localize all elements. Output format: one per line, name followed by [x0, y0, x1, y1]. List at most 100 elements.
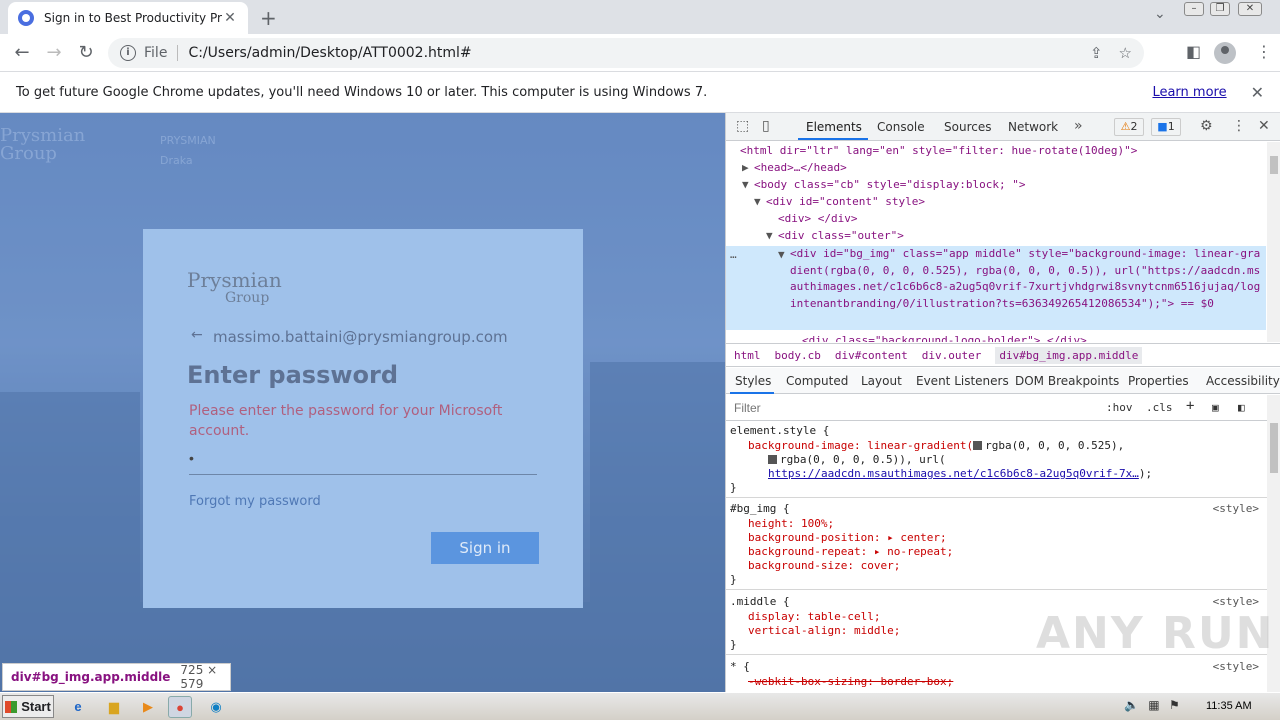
tab-sources[interactable]: Sources — [944, 120, 991, 134]
dom-node[interactable]: <head>…</head> — [754, 159, 847, 176]
ellipsis-icon[interactable]: … — [730, 246, 737, 263]
tab-properties[interactable]: Properties — [1128, 374, 1189, 388]
reload-icon[interactable]: ↻ — [74, 42, 98, 63]
hov-toggle[interactable]: :hov — [1106, 401, 1133, 414]
collapse-arrow-icon[interactable]: ▼ — [754, 193, 761, 210]
settings-gear-icon[interactable]: ⚙ — [1200, 118, 1213, 134]
tab-network[interactable]: Network — [1008, 120, 1058, 134]
cls-toggle[interactable]: .cls — [1146, 401, 1173, 414]
dom-node[interactable]: <body class="cb" style="display:block; "… — [754, 176, 1026, 193]
tab-dom-breakpoints[interactable]: DOM Breakpoints — [1015, 374, 1119, 388]
browser-tab[interactable]: Sign in to Best Productivity Provider ✕ — [8, 2, 248, 34]
bookmark-star-icon[interactable]: ☆ — [1119, 44, 1132, 62]
menu-icon[interactable]: ⋮ — [1256, 42, 1272, 61]
collapse-arrow-icon[interactable]: ▼ — [742, 176, 749, 193]
add-rule-icon[interactable]: + — [1186, 398, 1194, 414]
minimize-icon[interactable]: – — [1184, 2, 1204, 16]
flag-icon[interactable]: ⚑ — [1169, 698, 1180, 712]
scroll-thumb[interactable] — [1270, 423, 1278, 473]
profile-avatar[interactable] — [1214, 42, 1236, 64]
share-icon[interactable]: ⇪ — [1090, 44, 1103, 62]
rule-selector[interactable]: element.style { — [730, 424, 829, 438]
url-text[interactable]: C:/Users/admin/Desktop/ATT0002.html# — [188, 45, 1074, 61]
close-tab-icon[interactable]: ✕ — [222, 10, 238, 26]
expand-arrow-icon[interactable]: ▶ — [742, 159, 749, 176]
selected-dom-node[interactable]: <div id="bg_img" class="app middle" styl… — [790, 246, 1266, 312]
dom-node[interactable]: <html dir="ltr" lang="en" style="filter:… — [740, 142, 1137, 159]
network-icon[interactable]: ▦ — [1148, 698, 1159, 712]
style-declaration[interactable]: vertical-align: middle; — [748, 624, 900, 638]
filter-input[interactable] — [730, 398, 1098, 418]
style-declaration[interactable]: height: 100%; — [748, 517, 834, 531]
warnings-badge[interactable]: ⚠2 — [1114, 118, 1144, 136]
ie-icon[interactable]: e — [66, 696, 90, 718]
tab-console[interactable]: Console — [877, 120, 925, 134]
inspect-element-icon[interactable]: ⬚ — [736, 118, 749, 134]
address-bar[interactable]: i File C:/Users/admin/Desktop/ATT0002.ht… — [108, 38, 1144, 68]
scroll-thumb[interactable] — [1270, 156, 1278, 174]
style-declaration[interactable]: display: table-cell; — [748, 610, 880, 624]
sidebar-toggle-icon[interactable]: ◧ — [1238, 401, 1245, 414]
learn-more-link[interactable]: Learn more — [1152, 85, 1226, 100]
style-url[interactable]: https://aadcdn.msauthimages.net/c1c6b6c8… — [768, 467, 1152, 481]
edge-icon[interactable]: ◉ — [204, 696, 228, 718]
back-icon[interactable]: ← — [10, 42, 34, 63]
dom-scrollbar[interactable] — [1267, 142, 1280, 342]
style-declaration-overridden[interactable]: -webkit-box-sizing: border-box; — [748, 675, 953, 689]
tab-styles[interactable]: Styles — [735, 374, 771, 388]
rule-selector[interactable]: * { — [730, 660, 750, 674]
explorer-folder-icon[interactable]: ▆ — [102, 696, 126, 718]
start-button[interactable]: Start — [2, 695, 54, 718]
rule-source-link[interactable]: <style> — [1213, 502, 1259, 516]
tab-layout[interactable]: Layout — [861, 374, 902, 388]
more-options-icon[interactable]: ⋮ — [1232, 118, 1246, 134]
color-swatch-icon[interactable] — [768, 455, 777, 464]
forgot-password-link[interactable]: Forgot my password — [189, 494, 321, 509]
rule-selector[interactable]: #bg_img { — [730, 502, 790, 516]
breadcrumb-item-current[interactable]: div#bg_img.app.middle — [995, 346, 1143, 364]
rule-source-link[interactable]: <style> — [1213, 660, 1259, 674]
restore-icon[interactable]: ❐ — [1210, 2, 1230, 16]
tab-accessibility[interactable]: Accessibility — [1206, 374, 1280, 388]
new-tab-icon[interactable]: + — [260, 6, 277, 30]
close-window-icon[interactable]: ✕ — [1238, 2, 1262, 16]
close-infobar-icon[interactable]: ✕ — [1251, 83, 1264, 102]
rule-source-link[interactable]: <style> — [1213, 595, 1259, 609]
paint-icon[interactable]: ▣ — [1212, 401, 1219, 414]
taskbar-clock[interactable]: 11:35 AM — [1206, 700, 1252, 712]
close-devtools-icon[interactable]: ✕ — [1258, 118, 1270, 134]
info-icon[interactable]: i — [120, 45, 136, 61]
tab-event-listeners[interactable]: Event Listeners — [916, 374, 1009, 388]
tab-search-icon[interactable]: ⌄ — [1154, 6, 1166, 22]
color-swatch-icon[interactable] — [973, 441, 983, 450]
dom-node[interactable]: <div class="outer"> — [778, 227, 904, 244]
breadcrumb-item[interactable]: div#content — [835, 349, 908, 362]
more-tabs-icon[interactable]: » — [1074, 118, 1083, 134]
back-arrow-icon[interactable]: ← — [191, 327, 203, 343]
style-declaration[interactable]: background-position: ▸ center; — [748, 531, 947, 545]
forward-icon[interactable]: → — [42, 42, 66, 63]
collapse-arrow-icon[interactable]: ▼ — [778, 246, 785, 263]
dom-node[interactable]: <div class="background-logo-holder"> </d… — [802, 332, 1087, 342]
tab-computed[interactable]: Computed — [786, 374, 848, 388]
style-declaration[interactable]: background-repeat: ▸ no-repeat; — [748, 545, 953, 559]
dom-node[interactable]: <div> </div> — [778, 210, 857, 227]
breadcrumb-item[interactable]: div.outer — [922, 349, 982, 362]
style-declaration[interactable]: background-size: cover; — [748, 559, 900, 573]
breadcrumb-item[interactable]: body.cb — [775, 349, 821, 362]
signin-button[interactable]: Sign in — [431, 532, 539, 564]
style-declaration[interactable]: background-image: linear-gradient(rgba(0… — [748, 439, 1124, 453]
dom-node[interactable]: <div id="content" style> — [766, 193, 925, 210]
side-panel-icon[interactable]: ◧ — [1186, 42, 1201, 61]
rule-selector[interactable]: .middle { — [730, 595, 790, 609]
chrome-icon[interactable]: ● — [168, 696, 192, 718]
tab-elements[interactable]: Elements — [806, 120, 862, 134]
breadcrumb-item[interactable]: html — [734, 349, 761, 362]
device-toolbar-icon[interactable]: ▯ — [762, 118, 770, 134]
password-field[interactable] — [189, 447, 537, 475]
collapse-arrow-icon[interactable]: ▼ — [766, 227, 773, 244]
style-declaration-cont[interactable]: rgba(0, 0, 0, 0.5)), url( — [768, 453, 946, 467]
media-player-icon[interactable]: ▶ — [136, 696, 160, 718]
messages-badge[interactable]: ■1 — [1151, 118, 1181, 136]
speaker-icon[interactable]: 🔈 — [1124, 698, 1139, 712]
